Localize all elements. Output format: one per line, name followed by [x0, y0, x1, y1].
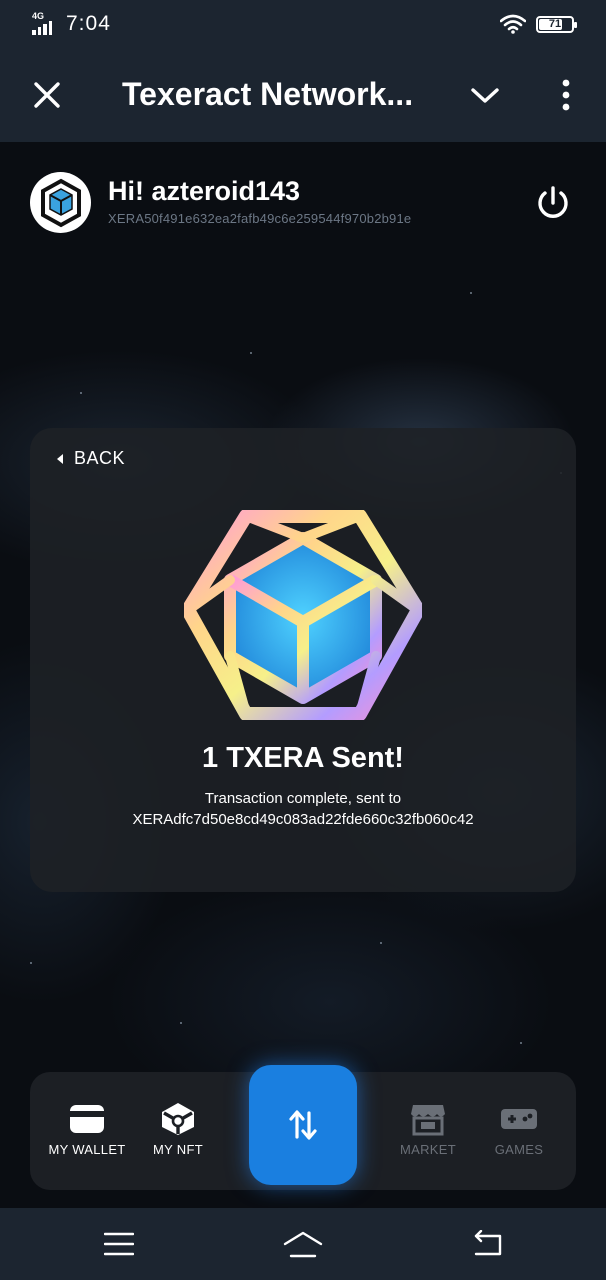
nft-cube-icon: [162, 1103, 194, 1135]
nav-my-wallet[interactable]: MY WALLET: [42, 1102, 132, 1157]
network-type: 4G: [32, 11, 45, 21]
transfer-arrows-icon: [289, 1110, 317, 1140]
transaction-card: BACK 1 TXERA Sent! Transaction complete,…: [30, 428, 576, 892]
nav-my-nft[interactable]: MY NFT: [133, 1102, 223, 1157]
nav-label: MY NFT: [153, 1142, 203, 1157]
status-bar: 4G 7:04 71: [0, 0, 606, 48]
nav-market[interactable]: MARKET: [383, 1102, 473, 1157]
home-icon[interactable]: [283, 1230, 323, 1260]
clock: 7:04: [66, 12, 111, 35]
texeract-logo-icon: [40, 178, 81, 227]
gamepad-icon: [501, 1109, 537, 1129]
power-icon[interactable]: [534, 184, 572, 222]
more-vertical-icon[interactable]: [556, 78, 576, 112]
avatar[interactable]: [30, 172, 91, 233]
wallet-icon: [70, 1105, 104, 1133]
send-transfer-button[interactable]: [249, 1065, 357, 1185]
menu-lines-icon[interactable]: [104, 1230, 134, 1258]
battery-indicator: 71: [536, 15, 577, 33]
status-left: 4G 7:04: [32, 11, 111, 36]
main-content: Hi! azteroid143 XERA50f491e632ea2fafb49c…: [0, 142, 606, 1208]
txera-logo-icon: [184, 510, 422, 720]
back-label: BACK: [74, 448, 126, 468]
battery-level: 71: [548, 18, 562, 30]
caret-left-icon: [57, 453, 63, 464]
recipient-address: XERAdfc7d50e8cd49c083ad22fde660c32fb060c…: [132, 811, 474, 828]
nav-games[interactable]: GAMES: [474, 1102, 564, 1157]
nav-label: MARKET: [400, 1142, 456, 1157]
page-title: Texeract Network...: [122, 76, 414, 112]
signal-icon: 4G: [32, 11, 58, 35]
wallet-address: XERA50f491e632ea2fafb49c6e259544f970b2b9…: [108, 211, 412, 226]
status-right: 71: [500, 14, 577, 34]
chevron-down-icon[interactable]: [468, 82, 502, 108]
sent-title: 1 TXERA Sent!: [202, 742, 404, 774]
nav-label: MY WALLET: [48, 1142, 126, 1157]
close-icon[interactable]: [30, 78, 64, 112]
back-return-icon[interactable]: [472, 1230, 504, 1258]
app-bar: Texeract Network...: [0, 48, 606, 142]
greeting: Hi! azteroid143: [108, 176, 301, 206]
nav-label: GAMES: [494, 1142, 544, 1157]
sent-subtitle: Transaction complete, sent to XERAdfc7d5…: [30, 788, 576, 830]
sent-subtitle-text: Transaction complete, sent to: [204, 790, 402, 807]
wifi-icon: [500, 14, 526, 34]
market-store-icon: [411, 1105, 445, 1136]
back-button[interactable]: BACK: [56, 448, 125, 469]
system-nav-bar: [0, 1208, 606, 1280]
